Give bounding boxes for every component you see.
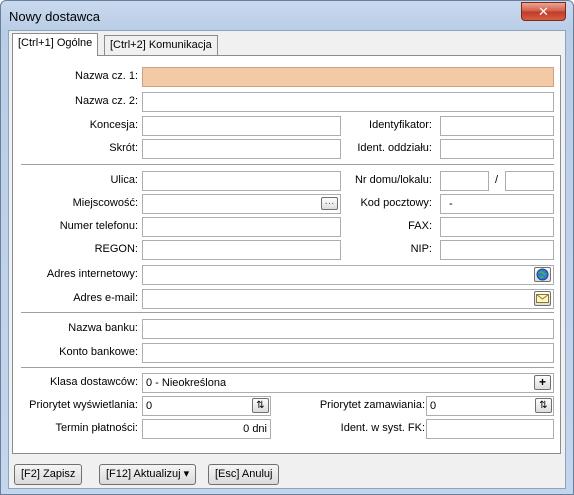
ident-fk-field[interactable] [426, 419, 554, 439]
label-ident-oddzialu: Ident. oddziału: [357, 142, 432, 154]
nip-field[interactable] [440, 240, 554, 260]
label-konto: Konto bankowe: [59, 346, 138, 358]
label-prio-zam: Priorytet zamawiania: [319, 399, 425, 411]
nr-domu-field[interactable] [440, 171, 489, 191]
window-title: Nowy dostawca [9, 9, 101, 24]
prio-wysw-spinner[interactable]: ⇅ [252, 398, 269, 413]
label-koncesja: Koncesja: [89, 119, 138, 131]
konto-field[interactable] [142, 343, 554, 363]
miejscowosc-field[interactable] [142, 194, 341, 214]
label-email: Adres e-mail: [73, 292, 138, 304]
prio-zam-spinner[interactable]: ⇅ [535, 398, 552, 413]
identyfikator-field[interactable] [440, 116, 554, 136]
globe-icon[interactable] [534, 267, 551, 282]
label-skrot: Skrót: [109, 142, 138, 154]
label-nip: NIP: [410, 243, 432, 255]
label-fax: FAX: [408, 220, 432, 232]
fax-field[interactable] [440, 217, 554, 237]
nazwa2-field[interactable] [142, 92, 554, 112]
label-miejscowosc: Miejscowość: [72, 197, 138, 209]
label-nazwa1: Nazwa cz. 1: [75, 70, 138, 82]
email-field[interactable] [142, 289, 554, 309]
tab-komunikacja[interactable]: [Ctrl+2] Komunikacja [104, 35, 218, 55]
label-kod-pocztowy: Kod pocztowy: [360, 197, 432, 209]
www-field[interactable] [142, 265, 554, 285]
label-prio-wysw: Priorytet wyświetlania: [29, 399, 138, 411]
nr-lokalu-separator: / [495, 174, 499, 186]
nazwa1-field[interactable] [142, 67, 554, 87]
envelope-icon[interactable] [534, 291, 551, 306]
klasa-field[interactable]: 0 - Nieokreślona [142, 373, 554, 393]
dialog-window: Nowy dostawca ✕ [Ctrl+1] Ogólne [Ctrl+2]… [0, 0, 574, 495]
separator [21, 312, 554, 313]
telefon-field[interactable] [142, 217, 341, 237]
ident-oddzialu-field[interactable] [440, 139, 554, 159]
label-nr-domu: Nr domu/lokalu: [354, 174, 432, 186]
label-ulica: Ulica: [110, 174, 138, 186]
label-nazwa2: Nazwa cz. 2: [75, 95, 138, 107]
bank-field[interactable] [142, 319, 554, 339]
klasa-add-button[interactable]: + [534, 375, 551, 390]
label-bank: Nazwa banku: [68, 322, 138, 334]
label-www: Adres internetowy: [46, 268, 138, 280]
kod-pocztowy-field[interactable]: - [440, 194, 554, 214]
label-regon: REGON: [94, 243, 138, 255]
zapisz-button[interactable]: [F2] Zapisz [14, 464, 83, 485]
label-ident-fk: Ident. w syst. FK: [340, 422, 425, 434]
separator [21, 164, 554, 165]
label-klasa: Klasa dostawców: [49, 376, 138, 388]
miejscowosc-lookup-button[interactable]: ··· [321, 197, 338, 210]
aktualizuj-button[interactable]: [F12] Aktualizuj ▾ [99, 464, 197, 485]
termin-field[interactable]: 0 dni [142, 419, 271, 439]
title-bar[interactable]: Nowy dostawca ✕ [1, 1, 573, 29]
nr-lokalu-field[interactable] [505, 171, 554, 191]
koncesja-field[interactable] [142, 116, 341, 136]
tab-ogolne[interactable]: [Ctrl+1] Ogólne [12, 33, 99, 56]
skrot-field[interactable] [142, 139, 341, 159]
separator [21, 367, 554, 368]
label-telefon: Numer telefonu: [59, 220, 138, 232]
anuluj-button[interactable]: [Esc] Anuluj [208, 464, 280, 485]
ulica-field[interactable] [142, 171, 341, 191]
label-identyfikator: Identyfikator: [369, 119, 432, 131]
tab-panel-ogolne: Nazwa cz. 1: Nazwa cz. 2: Koncesja: Iden… [12, 55, 561, 454]
label-termin: Termin płatności: [55, 422, 138, 434]
close-button[interactable]: ✕ [521, 2, 566, 21]
dialog-body: [Ctrl+1] Ogólne [Ctrl+2] Komunikacja Naz… [8, 30, 566, 489]
regon-field[interactable] [142, 240, 341, 260]
